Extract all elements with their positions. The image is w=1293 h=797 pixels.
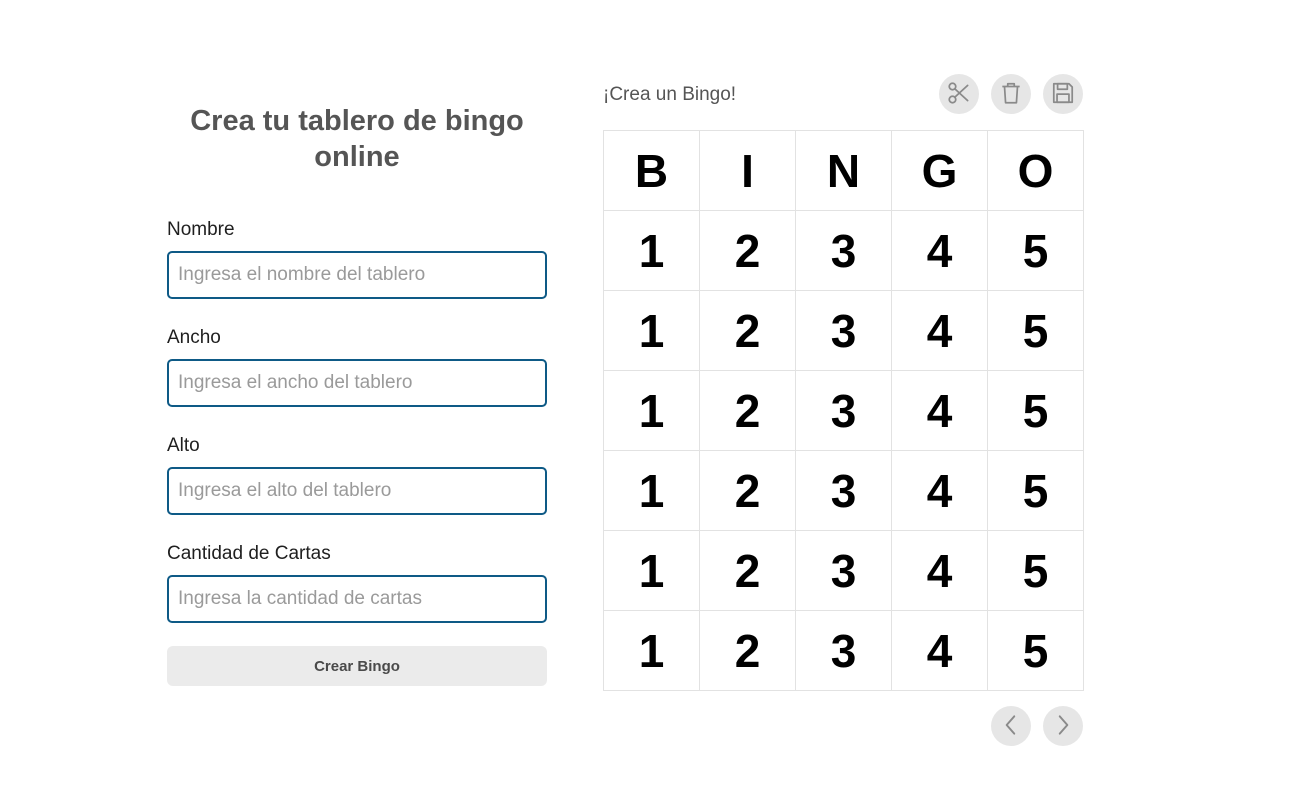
grid-cell[interactable]: 2 <box>699 530 796 611</box>
name-input[interactable] <box>167 251 547 299</box>
height-field: Alto <box>167 434 547 515</box>
grid-cell[interactable]: 1 <box>603 530 700 611</box>
card-count-field: Cantidad de Cartas <box>167 542 547 623</box>
grid-cell[interactable]: 1 <box>603 290 700 371</box>
width-input[interactable] <box>167 359 547 407</box>
header-letter-g: G <box>891 130 988 211</box>
height-label: Alto <box>167 435 200 456</box>
grid-cell[interactable]: 4 <box>891 290 988 371</box>
save-icon <box>1050 80 1076 109</box>
grid-cell[interactable]: 5 <box>987 450 1084 531</box>
header-letter-o: O <box>987 130 1084 211</box>
width-field: Ancho <box>167 326 547 407</box>
grid-cell[interactable]: 2 <box>699 610 796 691</box>
grid-cell[interactable]: 5 <box>987 530 1084 611</box>
grid-cell[interactable]: 4 <box>891 610 988 691</box>
name-label: Nombre <box>167 219 235 240</box>
grid-cell[interactable]: 4 <box>891 530 988 611</box>
grid-cell[interactable]: 3 <box>795 530 892 611</box>
bingo-form: Crea tu tablero de bingo online Nombre A… <box>167 100 547 686</box>
grid-row: 1 2 3 4 5 <box>603 370 1084 451</box>
card-count-label: Cantidad de Cartas <box>167 543 331 564</box>
grid-row: 1 2 3 4 5 <box>603 450 1084 531</box>
width-label: Ancho <box>167 327 221 348</box>
bingo-board-panel: ¡Crea un Bingo! B I N G O 1 2 3 4 5 1 2 … <box>603 74 1084 754</box>
next-card-button[interactable] <box>1043 706 1083 746</box>
trash-icon <box>998 80 1024 109</box>
height-input[interactable] <box>167 467 547 515</box>
grid-row: 1 2 3 4 5 <box>603 210 1084 291</box>
grid-cell[interactable]: 3 <box>795 210 892 291</box>
page-title: Crea tu tablero de bingo online <box>190 105 524 173</box>
grid-cell[interactable]: 2 <box>699 450 796 531</box>
header-row: B I N G O <box>603 130 1084 211</box>
save-button[interactable] <box>1043 74 1083 114</box>
card-count-input[interactable] <box>167 575 547 623</box>
grid-cell[interactable]: 3 <box>795 610 892 691</box>
grid-cell[interactable]: 4 <box>891 210 988 291</box>
board-heading: ¡Crea un Bingo! <box>603 84 737 105</box>
grid-cell[interactable]: 3 <box>795 450 892 531</box>
name-field: Nombre <box>167 218 547 299</box>
delete-button[interactable] <box>991 74 1031 114</box>
grid-cell[interactable]: 4 <box>891 450 988 531</box>
grid-cell[interactable]: 2 <box>699 210 796 291</box>
grid-cell[interactable]: 1 <box>603 370 700 451</box>
grid-cell[interactable]: 5 <box>987 370 1084 451</box>
header-letter-n: N <box>795 130 892 211</box>
bingo-grid: B I N G O 1 2 3 4 5 1 2 3 4 5 1 2 3 4 5 <box>603 130 1084 691</box>
grid-cell[interactable]: 2 <box>699 290 796 371</box>
grid-cell[interactable]: 1 <box>603 210 700 291</box>
grid-cell[interactable]: 1 <box>603 610 700 691</box>
grid-cell[interactable]: 1 <box>603 450 700 531</box>
create-bingo-button[interactable]: Crear Bingo <box>167 646 547 686</box>
grid-row: 1 2 3 4 5 <box>603 290 1084 371</box>
header-letter-i: I <box>699 130 796 211</box>
chevron-left-icon <box>998 712 1024 741</box>
scissors-icon <box>946 80 972 109</box>
header-letter-b: B <box>603 130 700 211</box>
grid-cell[interactable]: 5 <box>987 290 1084 371</box>
grid-row: 1 2 3 4 5 <box>603 610 1084 691</box>
grid-cell[interactable]: 5 <box>987 210 1084 291</box>
previous-card-button[interactable] <box>991 706 1031 746</box>
grid-row: 1 2 3 4 5 <box>603 530 1084 611</box>
grid-cell[interactable]: 3 <box>795 290 892 371</box>
grid-cell[interactable]: 3 <box>795 370 892 451</box>
chevron-right-icon <box>1050 712 1076 741</box>
grid-cell[interactable]: 2 <box>699 370 796 451</box>
grid-cell[interactable]: 4 <box>891 370 988 451</box>
grid-cell[interactable]: 5 <box>987 610 1084 691</box>
cut-button[interactable] <box>939 74 979 114</box>
